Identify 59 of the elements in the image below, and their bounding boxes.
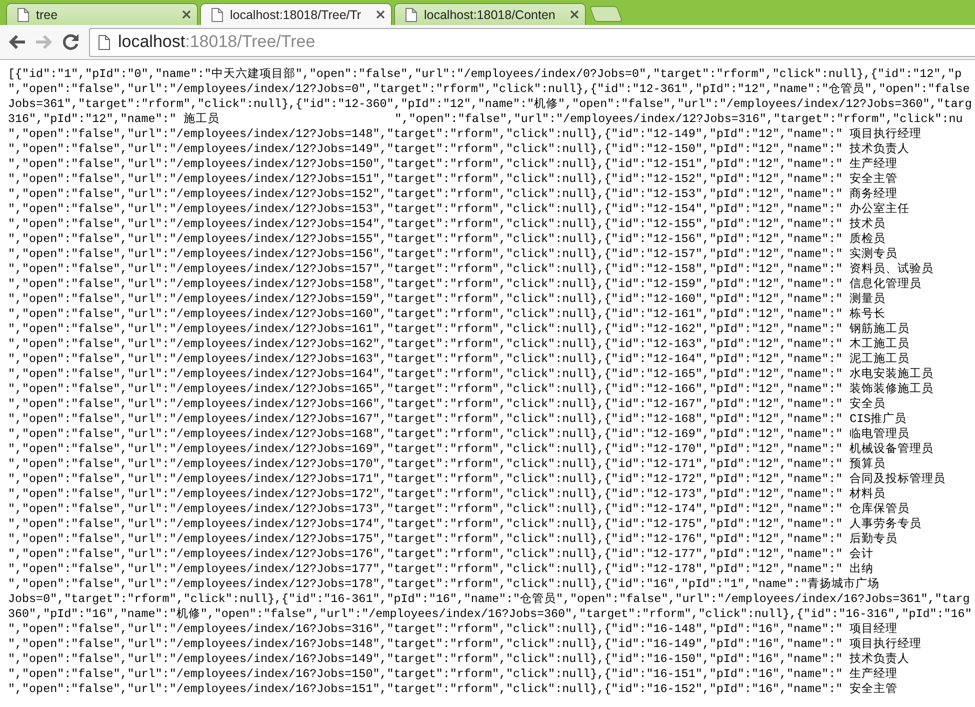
- json-text-line: ","open":"false","url":"/employees/index/12?Jobs=178","target":"rform","click":null},{"id":"16","pId":"1","name":"青扬城市广场: [8, 577, 881, 592]
- json-text-line: ","open":"false","url":"/employees/index/16?Jobs=149","target":"rform","click":null},{"id":"16-150","pId":"16","name":" 技术负责人: [8, 652, 911, 667]
- json-text-line: ","open":"false","url":"/employees/index/12?Jobs=0","target":"rform","click":null},{"id":"12-361","pId":"12","name":"仓管员","open":"false: [8, 82, 971, 97]
- json-text-line: ","open":"false","url":"/employees/index/12?Jobs=175","target":"rform","click":null},{"id":"12-176","pId":"12","name":" 后勤专员: [8, 532, 899, 547]
- close-icon[interactable]: [182, 10, 191, 19]
- browser-tab[interactable]: tree: [6, 3, 198, 25]
- json-text-line: ","open":"false","url":"/employees/index/12?Jobs=172","target":"rform","click":null},{"id":"12-173","pId":"12","name":" 材料员: [8, 487, 887, 502]
- tab-title: tree: [36, 8, 59, 22]
- address-text: localhost:18018/Tree/Tree: [118, 32, 316, 52]
- json-text-line: ","open":"false","url":"/employees/index/12?Jobs=158","target":"rform","click":null},{"id":"12-159","pId":"12","name":" 信息化管理员: [8, 277, 923, 292]
- page-icon: [211, 8, 223, 22]
- json-text-line: ","open":"false","url":"/employees/index/12?Jobs=153","target":"rform","click":null},{"id":"12-154","pId":"12","name":" 办公室主任: [8, 202, 911, 217]
- json-text-line: ","open":"false","url":"/employees/index/12?Jobs=157","target":"rform","click":null},{"id":"12-158","pId":"12","name":" 资料员、试验员: [8, 262, 935, 277]
- back-icon[interactable]: [8, 34, 26, 50]
- json-text-line: ","open":"false","url":"/employees/index/12?Jobs=159","target":"rform","click":null},{"id":"12-160","pId":"12","name":" 测量员: [8, 292, 887, 307]
- close-icon[interactable]: [376, 10, 385, 19]
- json-text-line: 316","pId":"12","name":" 施工员 ","open":"false","url":"/employees/index/12?Jobs=316","target":"rform","click":nu: [8, 112, 964, 127]
- json-text-line: ","open":"false","url":"/employees/index/16?Jobs=148","target":"rform","click":null},{"id":"16-149","pId":"16","name":" 项目执行经理: [8, 637, 923, 652]
- json-text-line: ","open":"false","url":"/employees/index/12?Jobs=161","target":"rform","click":null},{"id":"12-162","pId":"12","name":" 钢筋施工员: [8, 322, 911, 337]
- browser-tab[interactable]: localhost:18018/Tree/Tr: [200, 3, 392, 25]
- json-text-line: ","open":"false","url":"/employees/index/16?Jobs=316","target":"rform","click":null},{"id":"16-148","pId":"16","name":" 项目经理: [8, 622, 899, 637]
- json-text-line: ","open":"false","url":"/employees/index/12?Jobs=177","target":"rform","click":null},{"id":"12-178","pId":"12","name":" 出纳: [8, 562, 875, 577]
- json-text-line: ","open":"false","url":"/employees/index/12?Jobs=169","target":"rform","click":null},{"id":"12-170","pId":"12","name":" 机械设备管理员: [8, 442, 935, 457]
- address-bar[interactable]: localhost:18018/Tree/Tree: [89, 28, 975, 56]
- json-text-line: ","open":"false","url":"/employees/index/16?Jobs=150","target":"rform","click":null},{"id":"16-151","pId":"16","name":" 生产经理: [8, 667, 899, 682]
- json-text-line: ","open":"false","url":"/employees/index/12?Jobs=170","target":"rform","click":null},{"id":"12-171","pId":"12","name":" 预算员: [8, 457, 887, 472]
- json-text-line: ","open":"false","url":"/employees/index/12?Jobs=176","target":"rform","click":null},{"id":"12-177","pId":"12","name":" 会计: [8, 547, 875, 562]
- json-text-line: ","open":"false","url":"/employees/index/12?Jobs=160","target":"rform","click":null},{"id":"12-161","pId":"12","name":" 栋号长: [8, 307, 887, 322]
- json-text-line: ","open":"false","url":"/employees/index/16?Jobs=151","target":"rform","click":null},{"id":"16-152","pId":"16","name":" 安全主管: [8, 682, 899, 697]
- json-text-line: 360","pId":"16","name":"机修","open":"false","url":"/employees/index/16?Jobs=360","target":"rform","click":null},{"id":"16-316","pId":"16": [8, 607, 973, 622]
- json-text-line: ","open":"false","url":"/employees/index/12?Jobs=167","target":"rform","click":null},{"id":"12-168","pId":"12","name":" CIS推广员: [8, 412, 908, 427]
- json-text-line: ","open":"false","url":"/employees/index/12?Jobs=154","target":"rform","click":null},{"id":"12-155","pId":"12","name":" 技术员: [8, 217, 887, 232]
- json-text-line: ","open":"false","url":"/employees/index/12?Jobs=151","target":"rform","click":null},{"id":"12-152","pId":"12","name":" 安全主管: [8, 172, 899, 187]
- json-text-line: ","open":"false","url":"/employees/index/12?Jobs=156","target":"rform","click":null},{"id":"12-157","pId":"12","name":" 实测专员: [8, 247, 899, 262]
- json-text-line: ","open":"false","url":"/employees/index/12?Jobs=152","target":"rform","click":null},{"id":"12-153","pId":"12","name":" 商务经理: [8, 187, 899, 202]
- json-text-line: ","open":"false","url":"/employees/index/12?Jobs=166","target":"rform","click":null},{"id":"12-167","pId":"12","name":" 安全员: [8, 397, 887, 412]
- json-text-line: ","open":"false","url":"/employees/index/12?Jobs=149","target":"rform","click":null},{"id":"12-150","pId":"12","name":" 技术负责人: [8, 142, 911, 157]
- json-text-line: Jobs=0","target":"rform","click":null},{"id":"16-361","pId":"16","name":"仓管员","open":"false","url":"/employees/index/16?Jobs=361","targ: [8, 592, 971, 607]
- reload-icon[interactable]: [62, 33, 80, 51]
- json-text-line: ","open":"false","url":"/employees/index/12?Jobs=173","target":"rform","click":null},{"id":"12-174","pId":"12","name":" 仓库保管员: [8, 502, 911, 517]
- page-icon: [17, 8, 29, 22]
- tab-title: localhost:18018/Tree/Tr: [230, 8, 362, 22]
- json-text-line: ","open":"false","url":"/employees/index/12?Jobs=155","target":"rform","click":null},{"id":"12-156","pId":"12","name":" 质检员: [8, 232, 887, 247]
- json-text-line: ","open":"false","url":"/employees/index/12?Jobs=171","target":"rform","click":null},{"id":"12-172","pId":"12","name":" 合同及投标管理员: [8, 472, 947, 487]
- json-text-line: ","open":"false","url":"/employees/index/12?Jobs=168","target":"rform","click":null},{"id":"12-169","pId":"12","name":" 临电管理员: [8, 427, 911, 442]
- page-icon: [98, 34, 110, 50]
- json-text-line: ","open":"false","url":"/employees/index/12?Jobs=164","target":"rform","click":null},{"id":"12-165","pId":"12","name":" 水电安装施工员: [8, 367, 935, 382]
- json-text-line: Jobs=361","target":"rform","click":null},{"id":"12-360","pId":"12","name":"机修","open":"false","url":"/employees/index/12?Jobs=360","targ: [8, 97, 973, 112]
- json-text-line: ","open":"false","url":"/employees/index/12?Jobs=148","target":"rform","click":null},{"id":"12-149","pId":"12","name":" 项目执行经理: [8, 127, 923, 142]
- json-text-line: ","open":"false","url":"/employees/index/12?Jobs=150","target":"rform","click":null},{"id":"12-151","pId":"12","name":" 生产经理: [8, 157, 899, 172]
- json-text-line: [{"id":"1","pId":"0","name":"中天六建项目部","open":"false","url":"/employees/index/0?Jobs=0","target":"rform","click":null},{"id":"12","p: [8, 67, 963, 82]
- page-icon: [405, 8, 417, 22]
- close-icon[interactable]: [570, 10, 579, 19]
- tab-title: localhost:18018/Conten: [424, 8, 556, 22]
- json-text-line: ","open":"false","url":"/employees/index/12?Jobs=162","target":"rform","click":null},{"id":"12-163","pId":"12","name":" 木工施工员: [8, 337, 911, 352]
- json-text-line: ","open":"false","url":"/employees/index/12?Jobs=174","target":"rform","click":null},{"id":"12-175","pId":"12","name":" 人事劳务专员: [8, 517, 923, 532]
- browser-tab[interactable]: localhost:18018/Conten: [394, 3, 586, 25]
- json-text-line: ","open":"false","url":"/employees/index/12?Jobs=163","target":"rform","click":null},{"id":"12-164","pId":"12","name":" 泥工施工员: [8, 352, 911, 367]
- json-text-line: ","open":"false","url":"/employees/index/12?Jobs=165","target":"rform","click":null},{"id":"12-166","pId":"12","name":" 装饰装修施工员: [8, 382, 935, 397]
